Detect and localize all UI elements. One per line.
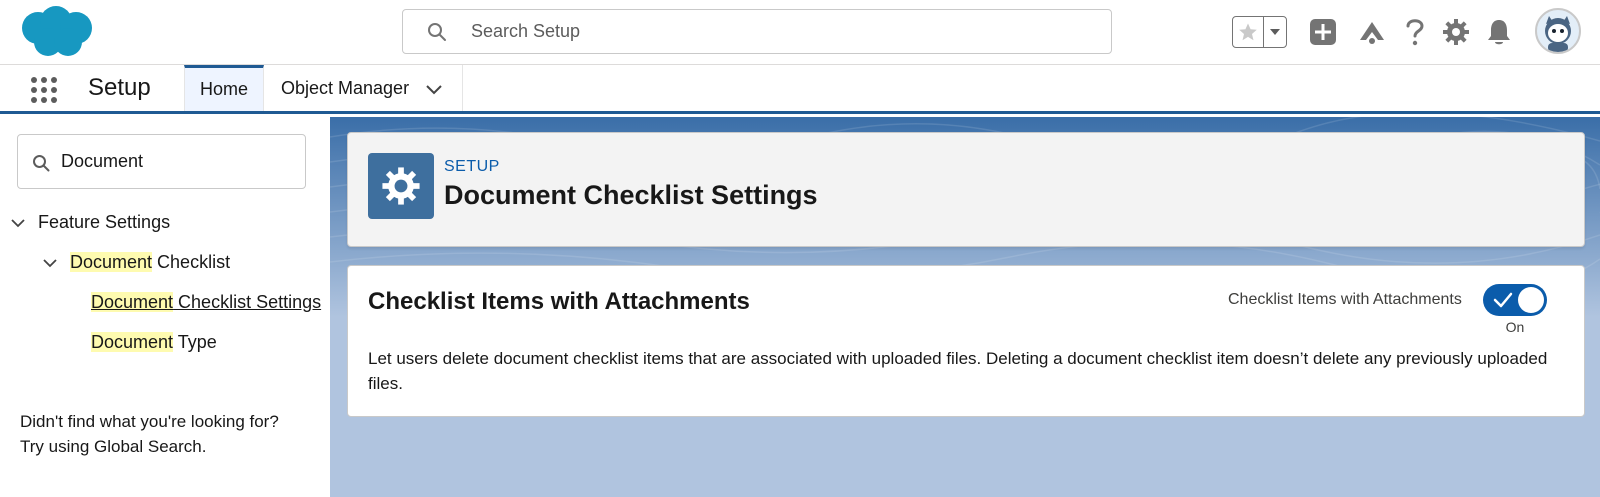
search-match-highlight: Document <box>70 252 153 272</box>
favorites-control[interactable] <box>1232 16 1287 48</box>
user-avatar[interactable] <box>1535 8 1581 54</box>
page-title: Document Checklist Settings <box>444 180 818 210</box>
attachments-toggle[interactable] <box>1483 284 1547 316</box>
tree-label: Checklist <box>152 252 231 272</box>
quick-find-box[interactable] <box>17 134 306 189</box>
not-found-line: Didn't find what you're looking for? <box>20 412 279 431</box>
tab-object-manager[interactable]: Object Manager <box>265 65 463 111</box>
tree-item-document-type[interactable]: Document Type <box>91 332 217 353</box>
tab-home-label: Home <box>199 79 248 99</box>
chevron-down-icon[interactable] <box>425 80 443 98</box>
notifications-button[interactable] <box>1482 14 1516 50</box>
global-header <box>0 0 1600 65</box>
page-eyebrow: SETUP <box>444 158 500 175</box>
not-found-hint: Didn't find what you're looking for? Try… <box>20 409 279 459</box>
help-button[interactable] <box>1398 14 1432 50</box>
salesforce-logo[interactable] <box>18 4 98 60</box>
app-name: Setup <box>88 74 151 101</box>
chevron-down-icon[interactable] <box>10 215 26 231</box>
tree-label: Checklist Settings <box>173 292 322 312</box>
main-content: SETUP Document Checklist Settings Checkl… <box>330 117 1600 497</box>
search-icon <box>428 23 446 41</box>
global-actions-button[interactable] <box>1306 14 1340 50</box>
tree-label: Type <box>173 332 217 352</box>
favorite-star-button[interactable] <box>1233 17 1265 47</box>
astro-avatar-icon <box>1545 16 1571 52</box>
page-header-icon <box>368 153 434 219</box>
bell-icon <box>1488 20 1510 45</box>
global-search[interactable] <box>402 9 1112 54</box>
toggle-state-label: On <box>1505 319 1525 335</box>
trailhead-icon <box>1360 22 1384 44</box>
setup-sidebar: Feature Settings Document Checklist Docu… <box>0 117 330 497</box>
search-match-highlight: Document <box>91 292 174 312</box>
settings-card: Checklist Items with Attachments Checkli… <box>347 265 1585 417</box>
gear-icon <box>382 167 420 205</box>
search-input[interactable] <box>471 10 1091 53</box>
tab-home[interactable]: Home <box>184 65 264 111</box>
card-title: Checklist Items with Attachments <box>368 288 750 315</box>
tree-label: Feature Settings <box>38 212 171 232</box>
tree-item-document-checklist-settings[interactable]: Document Checklist Settings <box>91 292 321 313</box>
tree-item-document-checklist[interactable]: Document Checklist <box>42 252 230 273</box>
page-header: SETUP Document Checklist Settings <box>347 132 1585 247</box>
search-match-highlight: Document <box>91 332 174 352</box>
chevron-down-icon <box>1270 29 1281 35</box>
trailhead-button[interactable] <box>1355 14 1389 50</box>
checkmark-icon <box>1493 292 1513 308</box>
quick-find-input[interactable] <box>61 135 296 188</box>
search-icon <box>33 155 50 172</box>
help-icon <box>1406 19 1424 46</box>
tree-item-feature-settings[interactable]: Feature Settings <box>10 212 170 233</box>
tab-object-manager-label: Object Manager <box>281 77 410 98</box>
app-launcher-icon[interactable] <box>30 76 58 104</box>
setup-gear-button[interactable] <box>1439 14 1473 50</box>
toggle-knob <box>1518 287 1544 313</box>
global-search-hint: Try using Global Search. <box>20 437 207 456</box>
gear-icon <box>1443 19 1469 45</box>
chevron-down-icon[interactable] <box>42 255 58 271</box>
toggle-label: Checklist Items with Attachments <box>1228 291 1462 308</box>
star-icon <box>1239 23 1258 41</box>
plus-icon <box>1310 19 1336 45</box>
card-description: Let users delete document checklist item… <box>368 349 1548 393</box>
favorites-dropdown-button[interactable] <box>1264 17 1286 47</box>
app-navigation-bar: Setup Home Object Manager <box>0 65 1600 114</box>
